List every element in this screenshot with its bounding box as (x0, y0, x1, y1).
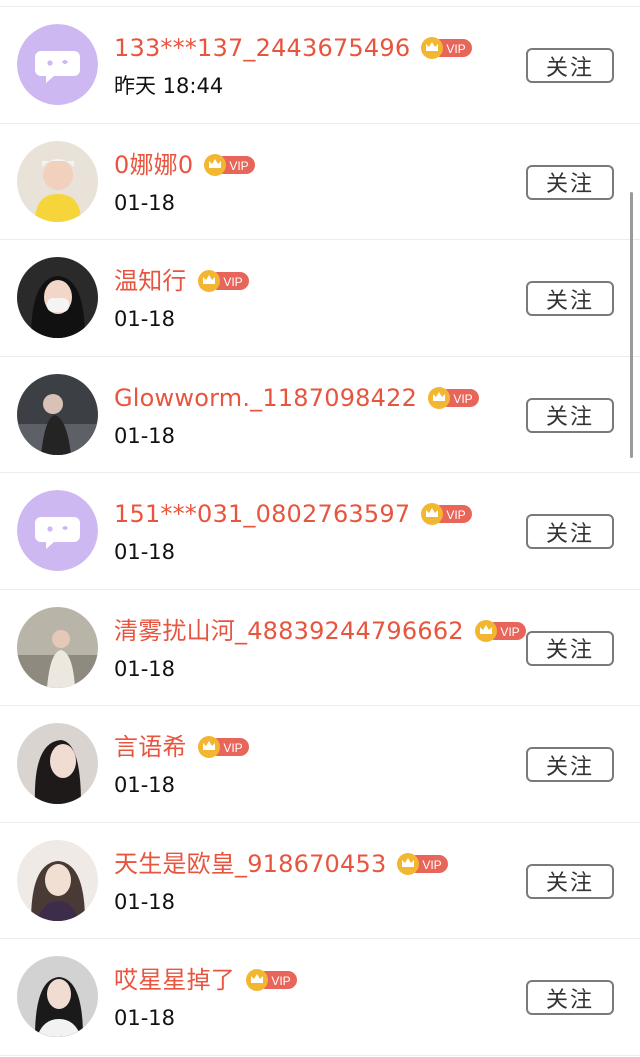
vip-badge: VIP (245, 968, 299, 992)
user-list: 133***137_2443675496 VIP 昨天 18:44 关注 0娜娜… (0, 7, 640, 1056)
default-avatar[interactable] (17, 490, 98, 571)
follow-button[interactable]: 关注 (526, 514, 614, 549)
list-item[interactable]: 151***031_0802763597 VIP 01-18 关注 (0, 473, 640, 590)
vip-label: VIP (223, 741, 242, 755)
vip-label: VIP (447, 508, 466, 522)
list-item[interactable]: 0娜娜0 VIP 01-18 关注 (0, 124, 640, 240)
username[interactable]: 言语希 (114, 732, 187, 762)
follow-button[interactable]: 关注 (526, 397, 614, 433)
user-photo[interactable] (17, 257, 98, 338)
vip-badge: VIP (420, 502, 474, 526)
username[interactable]: 温知行 (114, 266, 187, 296)
vip-badge: VIP (427, 386, 481, 410)
follow-time: 01-18 (114, 656, 176, 681)
vip-label: VIP (453, 392, 472, 406)
follow-time: 01-18 (114, 540, 176, 564)
username[interactable]: 清雾扰山河_48839244796662 (114, 616, 464, 646)
follow-button[interactable]: 关注 (526, 747, 614, 782)
vip-label: VIP (423, 858, 442, 872)
vip-label: VIP (230, 159, 249, 173)
vip-badge: VIP (197, 269, 251, 293)
follow-button[interactable]: 关注 (526, 863, 614, 899)
list-item[interactable]: 天生是欧皇_918670453 VIP 01-18 关注 (0, 823, 640, 939)
list-item[interactable]: 温知行 VIP 01-18 关注 (0, 240, 640, 357)
vip-badge: VIP (396, 852, 450, 876)
user-photo[interactable] (17, 606, 98, 688)
scrollbar[interactable] (630, 192, 633, 458)
vip-label: VIP (271, 974, 290, 988)
follow-time: 01-18 (114, 773, 176, 797)
follow-time: 01-18 (114, 1006, 176, 1030)
list-item[interactable]: 清雾扰山河_48839244796662 VIP 01-18 关注 (0, 590, 640, 706)
username[interactable]: 0娜娜0 (114, 150, 193, 180)
vip-badge: VIP (420, 36, 474, 60)
list-item[interactable]: Glowworm._1187098422 VIP 01-18 关注 (0, 357, 640, 473)
follow-button[interactable]: 关注 (526, 630, 614, 666)
follow-button[interactable]: 关注 (526, 281, 614, 316)
username[interactable]: 天生是欧皇_918670453 (114, 849, 386, 879)
username[interactable]: 151***031_0802763597 (114, 499, 410, 529)
follow-button[interactable]: 关注 (526, 980, 614, 1015)
follow-time: 01-18 (114, 307, 176, 331)
list-item[interactable]: 言语希 VIP 01-18 关注 (0, 706, 640, 823)
vip-badge: VIP (197, 735, 251, 759)
list-item[interactable]: 哎星星掉了 VIP 01-18 关注 (0, 939, 640, 1056)
list-item[interactable]: 133***137_2443675496 VIP 昨天 18:44 关注 (0, 7, 640, 124)
user-photo[interactable] (17, 956, 98, 1037)
user-photo[interactable] (17, 839, 98, 921)
follow-time: 01-18 (114, 190, 176, 215)
follow-button[interactable]: 关注 (526, 164, 614, 200)
username[interactable]: Glowworm._1187098422 (114, 383, 417, 413)
user-photo[interactable] (17, 373, 98, 455)
user-photo[interactable] (17, 140, 98, 222)
vip-badge: VIP (203, 153, 257, 177)
follow-time: 01-18 (114, 889, 176, 914)
follow-button[interactable]: 关注 (526, 48, 614, 83)
vip-label: VIP (500, 625, 519, 639)
vip-label: VIP (447, 42, 466, 56)
follow-time: 01-18 (114, 423, 176, 448)
vip-label: VIP (223, 275, 242, 289)
user-photo[interactable] (17, 723, 98, 804)
username[interactable]: 133***137_2443675496 (114, 33, 410, 63)
follow-time: 昨天 18:44 (114, 74, 224, 98)
username[interactable]: 哎星星掉了 (114, 965, 235, 995)
vip-badge: VIP (474, 619, 528, 643)
default-avatar[interactable] (17, 24, 98, 105)
